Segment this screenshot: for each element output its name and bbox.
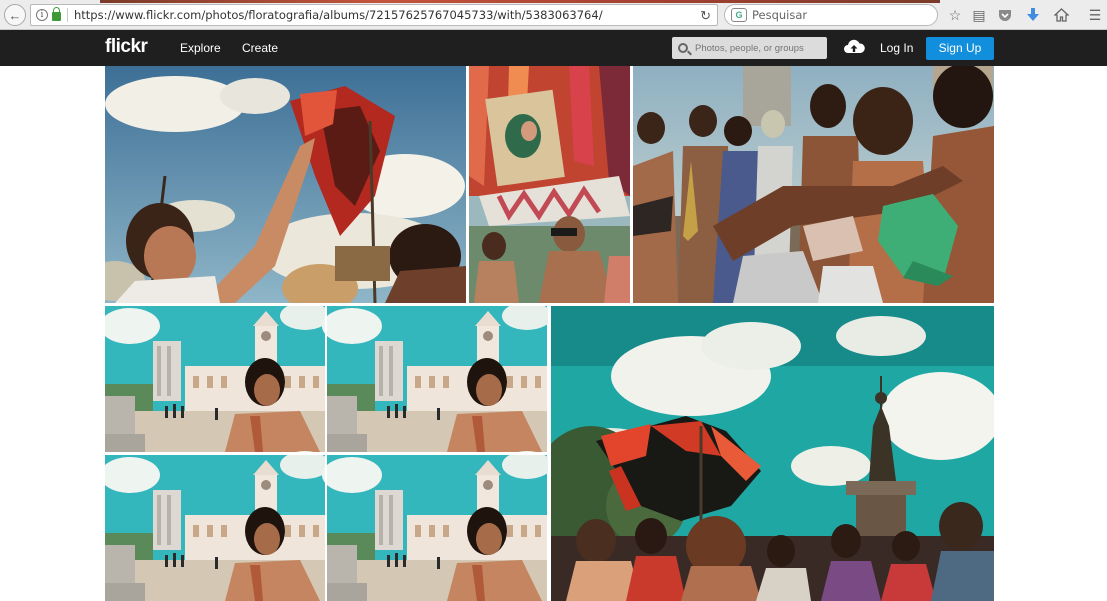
back-arrow-icon[interactable]: ←	[4, 4, 26, 26]
search-input[interactable]	[695, 42, 820, 54]
nav-create[interactable]: Create	[242, 41, 278, 55]
flickr-search[interactable]	[672, 37, 827, 59]
info-icon[interactable]: i	[36, 9, 48, 21]
tab-strip	[100, 0, 940, 3]
reload-icon[interactable]: ↻	[700, 8, 711, 24]
photo-palace-collage[interactable]	[105, 306, 548, 601]
signup-button[interactable]: Sign Up	[926, 37, 994, 60]
login-link[interactable]: Log In	[880, 41, 913, 55]
flickr-header: flickr Explore Create Log In Sign Up	[0, 30, 1107, 66]
home-icon[interactable]	[1052, 6, 1070, 24]
cloud-upload-icon[interactable]	[843, 38, 865, 56]
search-engine-icon[interactable]: G	[731, 8, 747, 22]
address-bar[interactable]: i https://www.flickr.com/photos/floratog…	[30, 4, 718, 26]
star-icon[interactable]: ☆	[946, 6, 964, 24]
download-icon[interactable]	[1024, 6, 1042, 24]
photo-hand-flag[interactable]	[105, 66, 466, 303]
clipboard-icon[interactable]: ▤	[970, 6, 988, 24]
browser-search-field[interactable]: G Pesquisar	[724, 4, 938, 26]
browser-toolbar: ← i https://www.flickr.com/photos/florat…	[0, 0, 1107, 30]
search-icon[interactable]	[678, 43, 688, 53]
divider	[67, 8, 68, 22]
photo-flag-statue[interactable]	[551, 306, 994, 601]
pocket-icon[interactable]	[996, 6, 1014, 24]
photo-ribbon-banner[interactable]	[469, 66, 630, 303]
nav-explore[interactable]: Explore	[180, 41, 221, 55]
photo-street-parade[interactable]	[633, 66, 994, 303]
lock-icon[interactable]	[52, 7, 61, 21]
hamburger-menu-icon[interactable]: ☰	[1086, 6, 1104, 24]
browser-search-placeholder: Pesquisar	[752, 8, 808, 22]
url-text[interactable]: https://www.flickr.com/photos/floratogra…	[74, 8, 603, 22]
flickr-logo[interactable]: flickr	[105, 36, 148, 58]
